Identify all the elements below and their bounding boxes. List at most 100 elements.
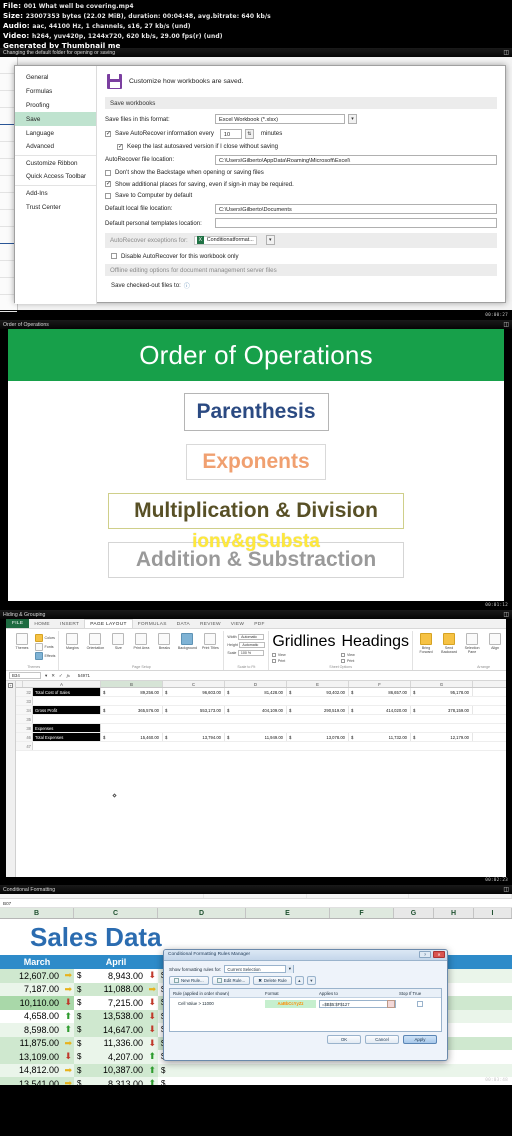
button-bring-forward[interactable]: Bring Forward	[416, 633, 436, 654]
col-header-E[interactable]: E	[246, 908, 330, 918]
checkbox-gridlines-print[interactable]: Print	[272, 659, 335, 663]
button-size[interactable]: Size	[108, 633, 128, 650]
apply-button[interactable]: Apply	[403, 1035, 437, 1044]
input-scale[interactable]: 100 %	[237, 650, 264, 656]
checkbox-save-to-computer[interactable]	[105, 192, 111, 199]
col-header-B[interactable]: B	[101, 681, 163, 687]
close-button[interactable]: ✕	[433, 951, 445, 958]
select-show-rules-for[interactable]: Current Selection ▾	[224, 965, 295, 973]
col-header-D[interactable]: D	[158, 908, 246, 918]
checkbox-disable-autorecover[interactable]	[111, 253, 117, 259]
tab-formulas[interactable]: FORMULAS	[133, 620, 172, 628]
button-margins[interactable]: Margins	[62, 633, 82, 650]
panel4-window-buttons-icon[interactable]: ◫	[501, 887, 509, 894]
col-header-C[interactable]: C	[74, 908, 158, 918]
checkbox-gridlines-view[interactable]: View	[272, 653, 335, 657]
formula-input[interactable]: 54971	[78, 673, 90, 678]
col-header-I[interactable]: I	[474, 908, 512, 918]
button-selection-pane[interactable]: Selection Pane	[462, 633, 482, 654]
delete-rule-button[interactable]: ✖ Delete Rule	[253, 976, 292, 985]
tab-data[interactable]: DATA	[172, 620, 195, 628]
name-box[interactable]: B34	[9, 672, 41, 679]
table-row[interactable]: 13,541.00 ➡ $8,313.00 ⬆ $	[0, 1077, 512, 1085]
table-row[interactable]: 14,812.00 ➡ $10,387.00 ⬆ $	[0, 1063, 512, 1077]
select-save-format[interactable]: Excel Workbook (*.xlsx)	[215, 114, 345, 124]
chevron-down-icon-rules[interactable]: ▾	[285, 965, 294, 973]
col-header-G[interactable]: G	[394, 908, 434, 918]
button-colors[interactable]: Colors	[35, 634, 55, 642]
button-background[interactable]: Background	[177, 633, 197, 650]
button-send-backward[interactable]: Send Backward	[439, 633, 459, 654]
input-autorecover-location[interactable]: C:\Users\Gilberto\AppData\Roaming\Micros…	[215, 154, 497, 165]
spinner-icon[interactable]: ⇅	[244, 128, 254, 139]
button-orientation[interactable]: Orientation	[85, 633, 105, 650]
col-header-G[interactable]: G	[411, 681, 473, 687]
table-row[interactable]: 33	[16, 697, 506, 706]
button-align[interactable]: Align	[485, 633, 505, 650]
function-icon[interactable]: fx	[67, 673, 70, 678]
col-header-F[interactable]: F	[349, 681, 411, 687]
panel1-window-buttons-icon[interactable]: ◫	[501, 50, 509, 57]
field-width[interactable]: Width Automatic	[227, 634, 265, 640]
col-header-A[interactable]: A	[23, 681, 101, 687]
col-header-D[interactable]: D	[225, 681, 287, 687]
checkbox-stop-if-true[interactable]	[417, 1000, 423, 1007]
col-header-E[interactable]: E	[287, 681, 349, 687]
sidebar-item-general[interactable]: General	[15, 71, 96, 85]
checkbox-hide-backstage[interactable]	[105, 169, 111, 176]
col-header-C[interactable]: C	[163, 681, 225, 687]
tab-review[interactable]: REVIEW	[195, 620, 226, 628]
help-button[interactable]: ?	[419, 951, 431, 958]
move-up-button[interactable]: ▲	[294, 976, 304, 985]
table-row[interactable]: 47	[16, 742, 506, 751]
cancel-icon[interactable]: ✕	[51, 673, 55, 679]
table-row[interactable]: 32 Total Cost of Sales $89,256.00 $96,60…	[16, 688, 506, 697]
sidebar-item-customize-ribbon[interactable]: Customize Ribbon	[15, 154, 96, 170]
sidebar-item-add-ins[interactable]: Add-Ins	[15, 184, 96, 200]
input-default-local-location[interactable]: C:\Users\Gilberto\Documents	[215, 203, 497, 214]
new-rule-button[interactable]: New Rule...	[169, 976, 209, 985]
info-icon[interactable]: ⓘ	[184, 281, 190, 290]
col-header-H[interactable]: H	[434, 908, 474, 918]
table-row[interactable]: 34 Gross Profit $365,576.00 $553,173.00 …	[16, 706, 506, 715]
table-row[interactable]: 38 Expenses	[16, 724, 506, 733]
name-box-p4[interactable]: B07	[0, 899, 512, 908]
sidebar-item-language[interactable]: Language	[15, 126, 96, 140]
table-row[interactable]: 35	[16, 715, 506, 724]
input-autorecover-minutes[interactable]: 10	[219, 128, 242, 139]
sidebar-item-proofing[interactable]: Proofing	[15, 99, 96, 113]
sidebar-item-trust-center[interactable]: Trust Center	[15, 200, 96, 214]
checkbox-show-additional-places[interactable]	[105, 180, 111, 187]
chevron-down-icon-namebox[interactable]: ▾	[45, 673, 47, 679]
input-height[interactable]: Automatic	[239, 642, 266, 648]
tab-insert[interactable]: INSERT	[55, 620, 84, 628]
button-print-area[interactable]: Print Area	[131, 633, 151, 650]
button-themes[interactable]: Themes	[12, 633, 32, 650]
dialog-title-bar[interactable]: Conditional Formatting Rules Manager ? ✕	[164, 950, 447, 961]
chevron-down-icon[interactable]: ▾	[348, 114, 357, 124]
panel2-window-buttons-icon[interactable]: ◫	[501, 322, 509, 329]
field-height[interactable]: Height Automatic	[227, 642, 266, 648]
move-down-button[interactable]: ▼	[306, 976, 316, 985]
button-effects[interactable]: Effects	[35, 652, 55, 660]
sidebar-item-save[interactable]: Save	[15, 112, 96, 127]
outline-expand-button-1[interactable]: +	[8, 683, 13, 688]
confirm-icon[interactable]: ✓	[59, 673, 63, 679]
input-width[interactable]: Automatic	[238, 634, 265, 640]
tab-view[interactable]: VIEW	[226, 620, 249, 628]
button-print-titles[interactable]: Print Titles	[200, 633, 220, 650]
sidebar-item-quick-access-toolbar[interactable]: Quick Access Toolbar	[15, 170, 96, 184]
sidebar-item-formulas[interactable]: Formulas	[15, 85, 96, 99]
cancel-button[interactable]: Cancel	[365, 1035, 399, 1044]
button-fonts[interactable]: Fonts	[35, 643, 55, 651]
button-group[interactable]: Group	[508, 633, 512, 650]
field-scale[interactable]: Scale 100 %	[227, 650, 265, 656]
tab-home[interactable]: HOME	[29, 620, 55, 628]
button-breaks[interactable]: Breaks	[154, 633, 174, 650]
checkbox-headings-view[interactable]: View	[341, 653, 409, 657]
edit-rule-button[interactable]: Edit Rule...	[211, 976, 251, 985]
rule-applies-to-input[interactable]: =$B$5:$F$127	[319, 999, 396, 1008]
tab-file[interactable]: FILE	[6, 619, 30, 628]
tab-page-layout[interactable]: PAGE LAYOUT	[84, 619, 133, 628]
checkbox-keep-last-autosave[interactable]	[117, 143, 123, 150]
